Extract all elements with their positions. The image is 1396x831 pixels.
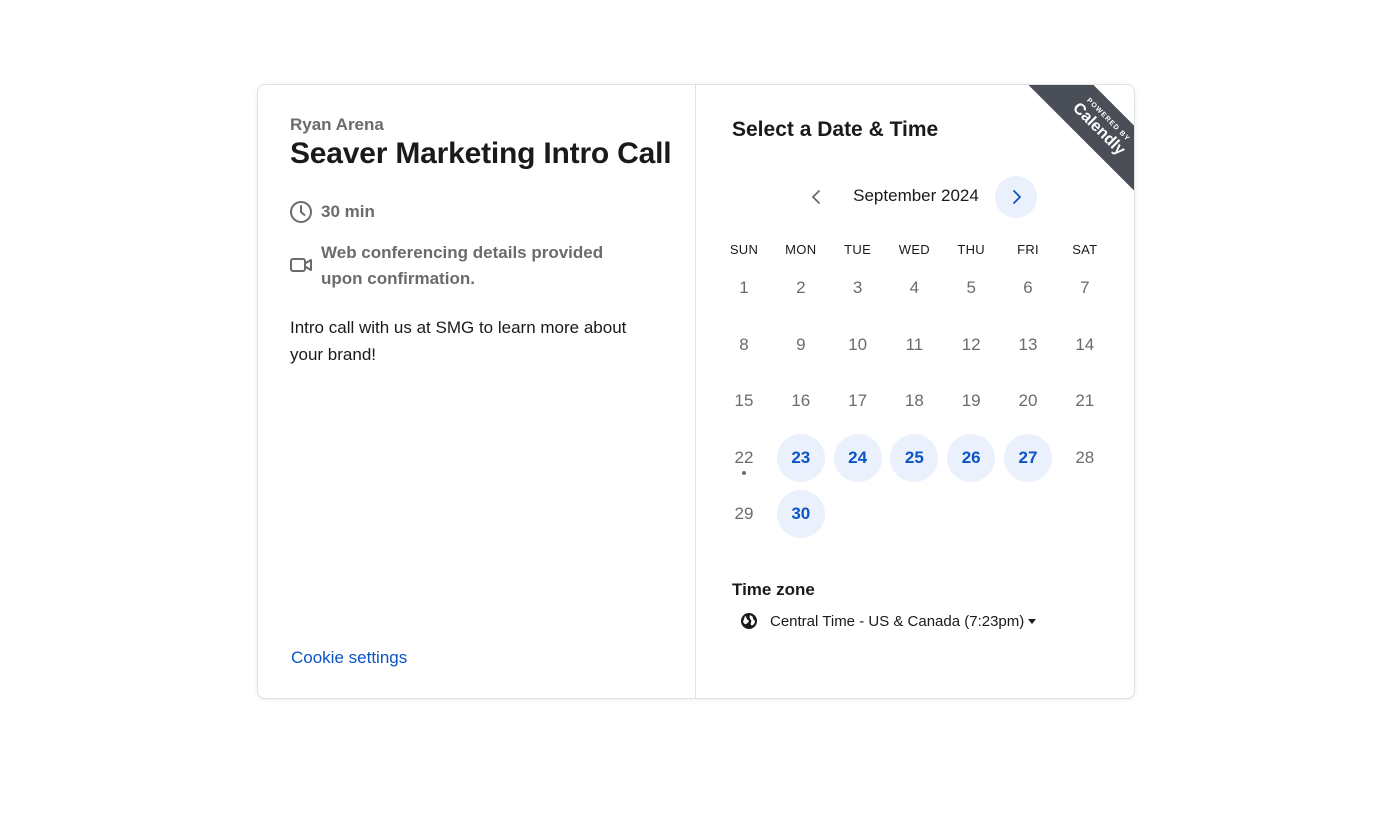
chevron-left-icon — [812, 190, 820, 204]
select-date-time-heading: Select a Date & Time — [732, 118, 939, 141]
calendar-day-28: 28 — [1075, 447, 1095, 467]
calendar-day-17: 17 — [848, 391, 868, 410]
event-description: Intro call with us at SMG to learn more … — [290, 318, 627, 364]
weekday-sat: SAT — [1072, 242, 1098, 257]
calendar-day-22: 22 — [720, 434, 768, 482]
timezone-label: Time zone — [732, 580, 815, 599]
weekday-fri: FRI — [1017, 242, 1039, 257]
calendar-day-1: 1 — [739, 278, 749, 297]
calendar-day-18: 18 — [904, 391, 924, 410]
calendar-day-6: 6 — [1023, 278, 1033, 297]
calendar-day-14: 14 — [1075, 334, 1095, 354]
duration-text: 30 min — [321, 202, 375, 221]
calendar-day-4: 4 — [909, 278, 920, 297]
month-navigation: September 2024 — [796, 176, 1037, 218]
calendar-day-7: 7 — [1080, 278, 1090, 297]
calendar-day-3: 3 — [852, 278, 863, 297]
weekday-wed: WED — [898, 242, 930, 257]
calendar-day-8: 8 — [739, 334, 749, 354]
calendar-day-5: 5 — [966, 278, 976, 297]
calendar-day-25[interactable]: 25 — [890, 433, 939, 482]
calendar-day-23[interactable]: 23 — [776, 433, 825, 482]
calendar-day-21: 21 — [1075, 391, 1095, 410]
calendar-day-15: 15 — [734, 391, 754, 410]
calendar-day-29: 29 — [734, 504, 754, 523]
calendar-day-26[interactable]: 26 — [947, 433, 996, 482]
calendar-day-13: 13 — [1018, 334, 1038, 354]
calendar-day-20: 20 — [1018, 391, 1038, 410]
calendar-day-16: 16 — [791, 391, 811, 410]
calendar-day-2: 2 — [796, 278, 806, 297]
powered-by-badge[interactable]: POWERED BY Calendly — [1024, 85, 1134, 195]
booking-card: Ryan Arena Seaver Marketing Intro Call 3… — [257, 84, 1135, 699]
conferencing-text: Web conferencing details provided upon c… — [321, 243, 604, 288]
event-title: Seaver Marketing Intro Call — [290, 137, 672, 170]
calendar-day-12: 12 — [961, 334, 981, 354]
globe-icon — [740, 612, 758, 630]
weekday-tue: TUE — [844, 242, 872, 257]
chevron-right-icon — [1013, 190, 1021, 204]
organizer-name: Ryan Arena — [290, 115, 384, 134]
timezone-value: Central Time - US & Canada (7:23pm) — [770, 612, 1025, 630]
duration-detail: 30 min — [289, 200, 375, 224]
today-indicator — [742, 470, 746, 475]
calendar-day-11: 11 — [905, 334, 924, 354]
calendar-day-30[interactable]: 30 — [776, 490, 825, 538]
timezone-dropdown[interactable]: Central Time - US & Canada (7:23pm) — [732, 607, 1037, 635]
calendar-day-27[interactable]: 27 — [1004, 433, 1052, 482]
calendar-day-24[interactable]: 24 — [833, 433, 882, 482]
calendar-day-19: 19 — [961, 391, 981, 410]
calendar-day-10: 10 — [848, 334, 868, 354]
clock-icon — [289, 200, 313, 224]
previous-month-button[interactable] — [796, 176, 838, 218]
weekday-thu: THU — [957, 242, 985, 257]
weekday-mon: MON — [785, 242, 817, 257]
powered-by-ribbon[interactable]: POWERED BY Calendly — [1024, 85, 1134, 195]
weekday-sun: SUN — [729, 242, 759, 257]
month-label: September 2024 — [853, 186, 979, 205]
calendar-day-9: 9 — [796, 334, 806, 354]
conferencing-detail: Web conferencing details provided upon c… — [289, 240, 649, 292]
event-details-panel: Ryan Arena Seaver Marketing Intro Call 3… — [258, 85, 696, 698]
video-camera-icon — [289, 253, 313, 277]
cookie-settings-link[interactable]: Cookie settings — [291, 648, 407, 668]
caret-down-icon — [1028, 618, 1037, 624]
